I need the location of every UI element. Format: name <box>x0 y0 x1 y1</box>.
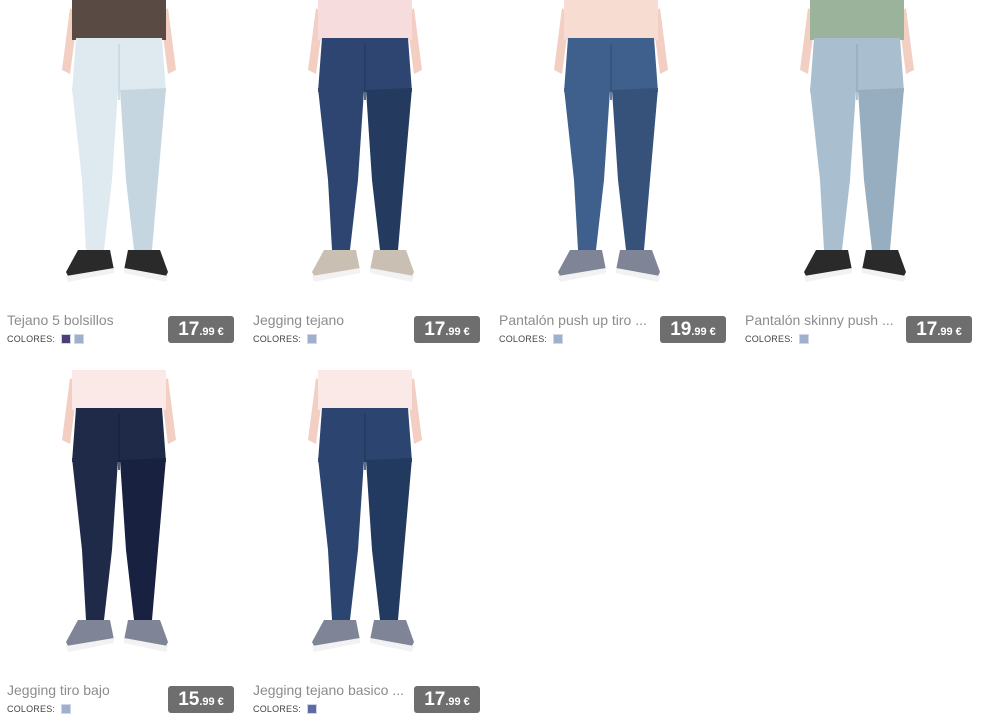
product-image[interactable] <box>246 370 484 675</box>
price-decimals: .99 <box>445 326 461 338</box>
price-currency: € <box>217 326 224 338</box>
color-options: COLORES: <box>253 333 318 345</box>
color-options: COLORES: <box>499 333 564 345</box>
jeans-photo <box>554 0 668 282</box>
price-integer: 17 <box>424 319 446 340</box>
product-card[interactable]: Jegging tejano basico ... COLORES: 17.99… <box>246 370 484 720</box>
price-decimals: .99 <box>445 696 461 708</box>
product-image[interactable] <box>492 0 730 305</box>
price-currency: € <box>955 326 962 338</box>
color-swatch[interactable] <box>61 704 72 714</box>
color-options: COLORES: <box>253 703 318 715</box>
product-card[interactable]: Jegging tiro bajo COLORES: 15.99 € <box>0 370 238 720</box>
colors-label: COLORES: <box>745 334 794 344</box>
product-name[interactable]: Jegging tejano <box>253 312 421 328</box>
price-currency: € <box>463 696 470 708</box>
color-swatch[interactable] <box>307 704 318 714</box>
price-integer: 17 <box>916 319 938 340</box>
price-integer: 19 <box>670 319 692 340</box>
price-badge: 17.99 € <box>168 316 234 343</box>
price-decimals: .99 <box>199 696 215 708</box>
price-currency: € <box>709 326 716 338</box>
color-options: COLORES: <box>745 333 810 345</box>
colors-label: COLORES: <box>253 334 302 344</box>
color-swatch[interactable] <box>74 334 85 344</box>
color-swatch[interactable] <box>553 334 564 344</box>
price-currency: € <box>217 696 224 708</box>
color-options: COLORES: <box>7 333 85 345</box>
product-card[interactable]: Pantalón push up tiro ... COLORES: 19.99… <box>492 0 730 350</box>
price-integer: 17 <box>424 689 446 710</box>
color-swatch[interactable] <box>307 334 318 344</box>
product-image[interactable] <box>0 0 238 305</box>
product-name[interactable]: Jegging tejano basico ... <box>253 682 421 698</box>
product-name[interactable]: Tejano 5 bolsillos <box>7 312 175 328</box>
colors-label: COLORES: <box>7 704 56 714</box>
colors-label: COLORES: <box>7 334 56 344</box>
product-card[interactable]: Jegging tejano COLORES: 17.99 € <box>246 0 484 350</box>
product-image[interactable] <box>738 0 976 305</box>
colors-label: COLORES: <box>253 704 302 714</box>
price-badge: 15.99 € <box>168 686 234 713</box>
price-currency: € <box>463 326 470 338</box>
price-badge: 17.99 € <box>414 686 480 713</box>
product-name[interactable]: Pantalón push up tiro ... <box>499 312 667 328</box>
price-integer: 17 <box>178 319 200 340</box>
price-decimals: .99 <box>199 326 215 338</box>
price-badge: 17.99 € <box>906 316 972 343</box>
product-name[interactable]: Pantalón skinny push ... <box>745 312 913 328</box>
jeans-photo <box>62 0 176 282</box>
product-grid: Tejano 5 bolsillos COLORES: 17.99 € Jeggi… <box>0 0 983 725</box>
price-integer: 15 <box>178 689 200 710</box>
product-image[interactable] <box>246 0 484 305</box>
price-badge: 19.99 € <box>660 316 726 343</box>
product-card[interactable]: Pantalón skinny push ... COLORES: 17.99 € <box>738 0 976 350</box>
product-card[interactable]: Tejano 5 bolsillos COLORES: 17.99 € <box>0 0 238 350</box>
color-options: COLORES: <box>7 703 72 715</box>
jeans-photo <box>308 370 422 652</box>
jeans-photo <box>800 0 914 282</box>
price-decimals: .99 <box>691 326 707 338</box>
color-swatch[interactable] <box>61 334 72 344</box>
color-swatch[interactable] <box>799 334 810 344</box>
product-name[interactable]: Jegging tiro bajo <box>7 682 175 698</box>
jeans-photo <box>308 0 422 282</box>
jeans-photo <box>62 370 176 652</box>
colors-label: COLORES: <box>499 334 548 344</box>
price-decimals: .99 <box>937 326 953 338</box>
product-image[interactable] <box>0 370 238 675</box>
price-badge: 17.99 € <box>414 316 480 343</box>
